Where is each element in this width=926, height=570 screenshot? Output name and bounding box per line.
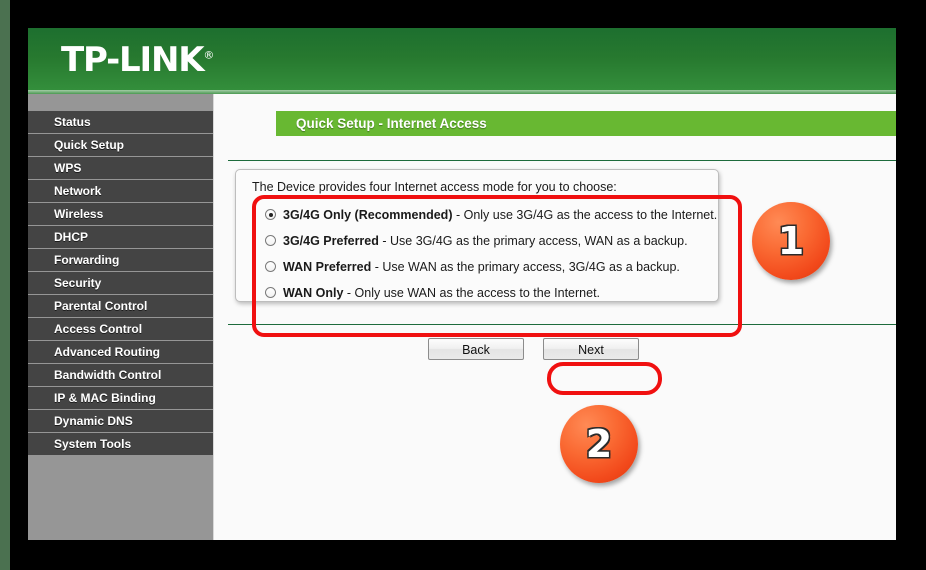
page-body: Status Quick Setup WPS Network Wireless … [28, 94, 896, 540]
registered-mark-icon: ® [203, 48, 215, 62]
sidebar-item-parental-control[interactable]: Parental Control [28, 295, 213, 318]
radio-option-wan-only[interactable]: WAN Only - Only use WAN as the access to… [265, 286, 600, 300]
radio-button-icon[interactable] [265, 209, 276, 220]
option-description: - Use 3G/4G as the primary access, WAN a… [378, 234, 688, 248]
sidebar-item-ip-mac-binding[interactable]: IP & MAC Binding [28, 387, 213, 410]
sidebar-item-quick-setup[interactable]: Quick Setup [28, 134, 213, 157]
sidebar-item-status[interactable]: Status [28, 111, 213, 134]
radio-option-3g4g-preferred[interactable]: 3G/4G Preferred - Use 3G/4G as the prima… [265, 234, 688, 248]
radio-option-3g4g-only[interactable]: 3G/4G Only (Recommended) - Only use 3G/4… [265, 208, 717, 222]
sidebar-item-security[interactable]: Security [28, 272, 213, 295]
logo-text: TP-LINK [61, 40, 205, 80]
main-content: Quick Setup - Internet Access The Device… [214, 94, 896, 540]
radio-button-icon[interactable] [265, 287, 276, 298]
divider-top [228, 160, 896, 161]
sidebar-item-wps[interactable]: WPS [28, 157, 213, 180]
sidebar-item-forwarding[interactable]: Forwarding [28, 249, 213, 272]
radio-button-icon[interactable] [265, 235, 276, 246]
option-name: WAN Only [283, 286, 344, 300]
sidebar-item-wireless[interactable]: Wireless [28, 203, 213, 226]
sidebar-item-bandwidth-control[interactable]: Bandwidth Control [28, 364, 213, 387]
sidebar-item-dhcp[interactable]: DHCP [28, 226, 213, 249]
internet-access-mode-panel: The Device provides four Internet access… [235, 169, 719, 302]
sidebar-item-system-tools[interactable]: System Tools [28, 433, 213, 456]
sidebar-item-advanced-routing[interactable]: Advanced Routing [28, 341, 213, 364]
sidebar-top-spacer [28, 94, 213, 111]
page-header: TP-LINK® [28, 28, 896, 94]
option-name: 3G/4G Preferred [283, 234, 379, 248]
sidebar-item-access-control[interactable]: Access Control [28, 318, 213, 341]
option-description: - Only use WAN as the access to the Inte… [343, 286, 601, 300]
divider-bottom [228, 324, 896, 325]
option-description: - Use WAN as the primary access, 3G/4G a… [371, 260, 680, 274]
left-edge-strip [0, 0, 10, 570]
sidebar-item-dynamic-dns[interactable]: Dynamic DNS [28, 410, 213, 433]
sidebar-item-network[interactable]: Network [28, 180, 213, 203]
screenshot-canvas: TP-LINK® Status Quick Setup WPS Network … [0, 0, 926, 570]
annotation-badge-2: 2 [560, 405, 638, 483]
option-name: 3G/4G Only (Recommended) [283, 208, 453, 222]
annotation-badge-1: 1 [752, 202, 830, 280]
tp-link-logo: TP-LINK® [61, 40, 214, 80]
router-admin-page: TP-LINK® Status Quick Setup WPS Network … [28, 28, 896, 540]
option-name: WAN Preferred [283, 260, 372, 274]
next-button[interactable]: Next [543, 338, 639, 360]
page-title: Quick Setup - Internet Access [276, 111, 896, 136]
option-description: - Only use 3G/4G as the access to the In… [452, 208, 718, 222]
radio-option-wan-preferred[interactable]: WAN Preferred - Use WAN as the primary a… [265, 260, 680, 274]
sidebar-menu: Status Quick Setup WPS Network Wireless … [28, 94, 214, 540]
intro-text: The Device provides four Internet access… [252, 180, 617, 194]
back-button[interactable]: Back [428, 338, 524, 360]
radio-button-icon[interactable] [265, 261, 276, 272]
